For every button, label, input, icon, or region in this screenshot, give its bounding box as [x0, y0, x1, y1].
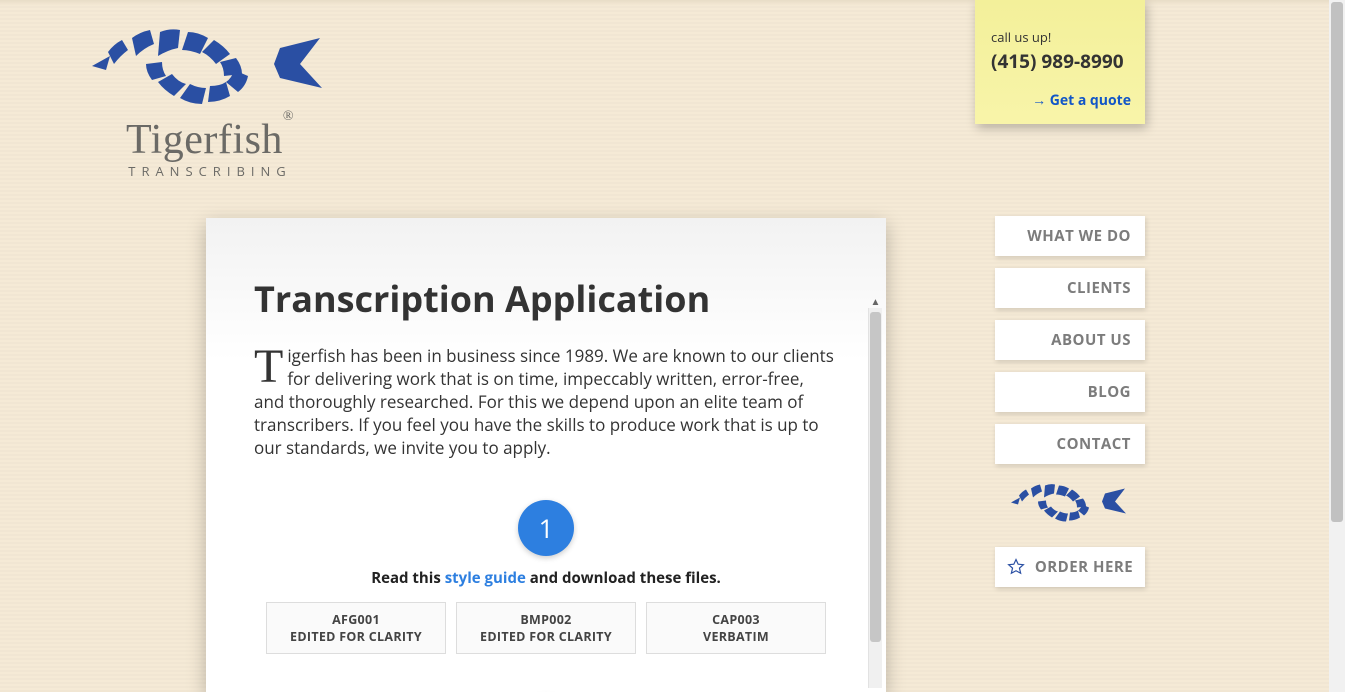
tigerfish-icon	[80, 18, 340, 108]
step-1-instruction: Read this style guide and download these…	[254, 568, 838, 588]
order-here-button[interactable]: ORDER HERE	[995, 547, 1145, 587]
content-card: Transcription Application Tigerfish has …	[206, 218, 886, 692]
nav-clients[interactable]: CLIENTS	[995, 268, 1145, 308]
window-scrollbar[interactable]	[1329, 0, 1345, 692]
nav-contact[interactable]: CONTACT	[995, 424, 1145, 464]
call-us-label: call us up!	[991, 28, 1131, 46]
star-icon	[1007, 558, 1025, 576]
brand-tagline: TRANSCRIBING	[60, 162, 360, 180]
nav-what-we-do[interactable]: WHAT WE DO	[995, 216, 1145, 256]
file-cap003[interactable]: CAP003 VERBATIM	[646, 602, 826, 654]
file-bmp002[interactable]: BMP002 EDITED FOR CLARITY	[456, 602, 636, 654]
nav-about-us[interactable]: ABOUT US	[995, 320, 1145, 360]
style-guide-link[interactable]: style guide	[445, 568, 526, 588]
get-quote-link[interactable]: Get a quote	[1032, 91, 1131, 110]
window-scroll-thumb[interactable]	[1331, 2, 1343, 522]
contact-sticky-note: call us up! (415) 989-8990 Get a quote	[975, 0, 1145, 124]
nav-blog[interactable]: BLOG	[995, 372, 1145, 412]
scroll-up-arrow-icon[interactable]: ▲	[869, 294, 882, 308]
intro-text: igerfish has been in business since 1989…	[254, 344, 834, 459]
logo[interactable]: Tigerfish® TRANSCRIBING	[60, 18, 360, 180]
file-afg001[interactable]: AFG001 EDITED FOR CLARITY	[266, 602, 446, 654]
brand-name: Tigerfish®	[60, 116, 360, 164]
download-files-row: AFG001 EDITED FOR CLARITY BMP002 EDITED …	[254, 602, 838, 654]
intro-paragraph: Tigerfish has been in business since 198…	[254, 345, 838, 460]
order-here-label: ORDER HERE	[1035, 557, 1133, 577]
intro-dropcap: T	[254, 345, 287, 388]
main-nav: WHAT WE DO CLIENTS ABOUT US BLOG CONTACT…	[995, 216, 1145, 587]
content-scrollbar[interactable]: ▲	[868, 308, 882, 688]
scroll-thumb[interactable]	[870, 312, 881, 642]
step-1-badge: 1	[518, 500, 574, 556]
page-title: Transcription Application	[254, 274, 838, 323]
tigerfish-small-icon	[995, 478, 1145, 529]
phone-number: (415) 989-8990	[991, 48, 1131, 74]
